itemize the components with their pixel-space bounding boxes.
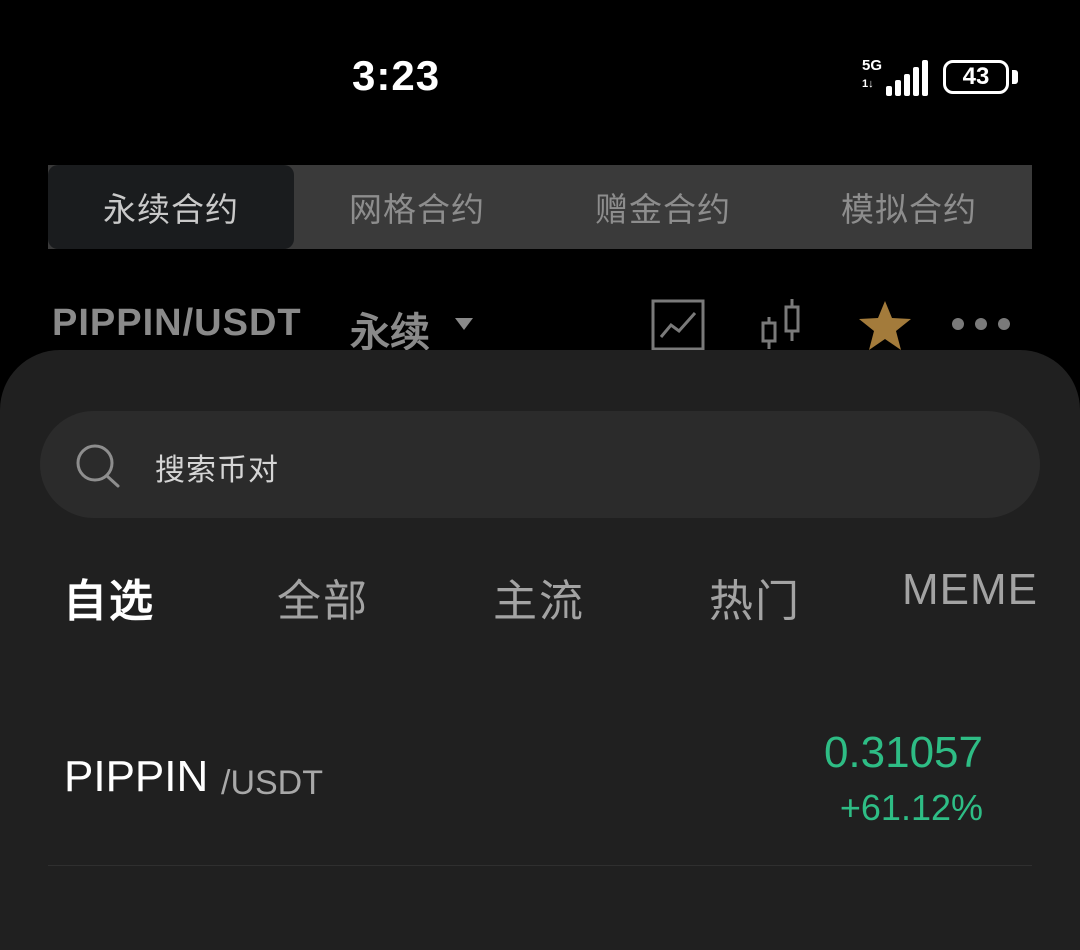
battery-tip [1012,70,1018,84]
star-icon[interactable] [857,299,913,353]
signal-icon: 5G 1↓ [862,58,934,98]
category-all[interactable]: 全部 [277,565,369,629]
search-placeholder: 搜索币对 [155,453,279,488]
list-item-price: 0.31057 [823,728,983,777]
chevron-down-icon[interactable] [455,318,473,330]
category-mainstream[interactable]: 主流 [493,565,585,629]
pair-title[interactable]: PIPPIN/USDT [52,302,302,345]
search-icon [76,444,120,488]
tab-bonus[interactable]: 赠金合约 [540,165,786,249]
contract-tabs: 永续合约 网格合约 赠金合约 模拟合约 [48,165,1032,249]
candlestick-icon[interactable] [758,297,806,351]
category-hot[interactable]: 热门 [709,565,801,629]
status-time: 3:23 [352,52,441,99]
tab-demo[interactable]: 模拟合约 [786,165,1032,249]
tab-perpetual[interactable]: 永续合约 [48,165,294,249]
list-item-coin[interactable]: PIPPIN [64,752,208,802]
list-item-change: +61.12% [839,787,983,828]
network-activity: 1↓ [862,78,874,90]
list-divider [48,865,1032,866]
line-chart-icon[interactable] [651,299,705,351]
battery-level: 43 [962,63,990,90]
list-item-quote: /USDT [221,764,323,802]
battery-icon: 43 [943,60,1009,94]
network-type: 5G [862,57,883,74]
more-icon[interactable] [950,316,1012,332]
category-meme[interactable]: MEME [902,565,1038,615]
category-favorites[interactable]: 自选 [63,565,155,629]
tab-grid[interactable]: 网格合约 [294,165,540,249]
